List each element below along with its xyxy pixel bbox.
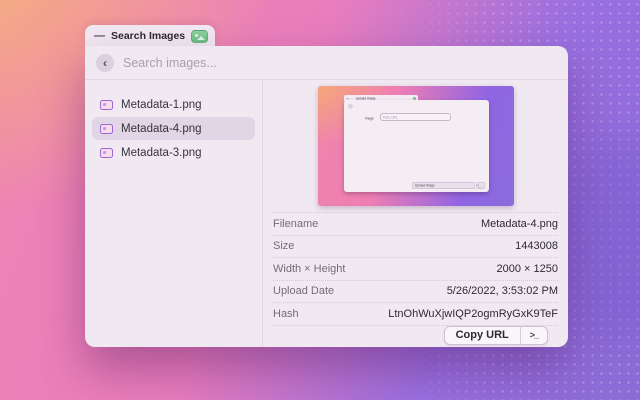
action-bar: Copy URL >_ [273, 325, 558, 348]
file-list: Metadata-1.png Metadata-4.png Metadata-3… [85, 80, 263, 347]
row-label: Size [273, 240, 294, 252]
table-row-hash: Hash LtnOhWuXjwIQP2ogmRyGxK9TeF [273, 302, 558, 325]
desktop-background: — Search Images ‹ Metadata-1.png Metadat… [0, 0, 640, 400]
window-title: Search Images [111, 30, 185, 42]
list-item-metadata-3[interactable]: Metadata-3.png [92, 141, 255, 164]
minimize-icon[interactable]: — [94, 31, 105, 42]
image-file-icon [100, 148, 113, 158]
copy-url-split-button: Copy URL >_ [444, 326, 548, 345]
table-row-size: Size 1443008 [273, 235, 558, 258]
thumb-terminal-glyph: >_ [477, 184, 481, 187]
list-item-label: Metadata-4.png [121, 123, 202, 135]
list-item-label: Metadata-3.png [121, 147, 202, 159]
thumb-upload-button-label: Upload Image [415, 184, 435, 187]
row-label: Upload Date [273, 285, 334, 297]
thumb-input-placeholder: Path, URL [383, 115, 398, 118]
row-value: LtnOhWuXjwIQP2ogmRyGxK9TeF [388, 308, 558, 320]
back-button[interactable]: ‹ [96, 54, 114, 72]
preview-area: — Upload Image Image Path, URL [263, 80, 568, 212]
copy-url-button[interactable]: Copy URL [445, 327, 520, 344]
thumb-action-buttons: Upload Image >_ [412, 182, 484, 189]
table-row-upload-date: Upload Date 5/26/2022, 3:53:02 PM [273, 280, 558, 303]
list-item-metadata-4[interactable]: Metadata-4.png [92, 117, 255, 140]
row-value: 1443008 [515, 240, 558, 252]
table-row-dimensions: Width × Height 2000 × 1250 [273, 257, 558, 280]
window-tab[interactable]: — Search Images [85, 25, 215, 47]
thumb-terminal-icon: >_ [476, 182, 485, 189]
row-label: Filename [273, 218, 318, 230]
row-label: Width × Height [273, 263, 345, 275]
row-value: Metadata-4.png [481, 218, 558, 230]
image-file-icon [100, 100, 113, 110]
window-body: Metadata-1.png Metadata-4.png Metadata-3… [85, 80, 568, 347]
image-file-icon [100, 124, 113, 134]
list-item-metadata-1[interactable]: Metadata-1.png [92, 93, 255, 116]
search-header: ‹ [85, 46, 568, 80]
search-images-window: ‹ Metadata-1.png Metadata-4.png Metadata… [85, 46, 568, 347]
table-row-filename: Filename Metadata-4.png [273, 212, 558, 235]
row-label: Hash [273, 308, 299, 320]
thumb-upload-button: Upload Image [412, 182, 474, 189]
preview-image: — Upload Image Image Path, URL [318, 86, 514, 206]
metadata-table: Filename Metadata-4.png Size 1443008 Wid… [263, 212, 568, 325]
terminal-icon[interactable]: >_ [521, 327, 547, 344]
detail-pane: — Upload Image Image Path, URL [263, 80, 568, 347]
row-value: 2000 × 1250 [497, 263, 558, 275]
thumb-input-field: Path, URL [380, 113, 451, 121]
search-input[interactable] [123, 56, 557, 70]
thumb-mini-window: Image Path, URL Upload Image >_ [344, 100, 489, 192]
thumb-field-label-text: Image [365, 116, 374, 119]
thumb-back-button [348, 104, 353, 109]
list-item-label: Metadata-1.png [121, 99, 202, 111]
extension-image-icon [191, 30, 208, 43]
row-value: 5/26/2022, 3:53:02 PM [447, 285, 558, 297]
